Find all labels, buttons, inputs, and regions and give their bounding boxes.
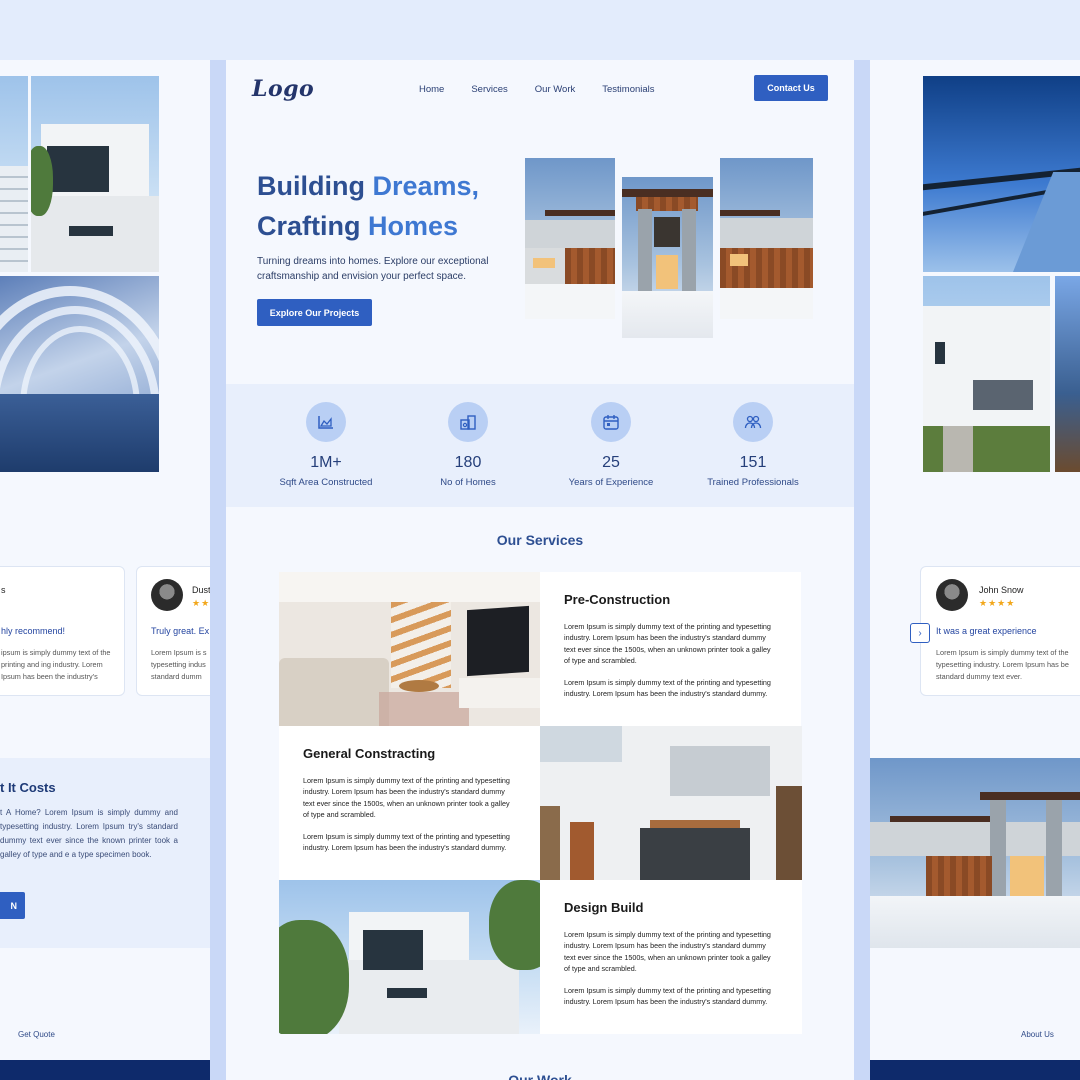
logo[interactable]: Logo — [252, 76, 314, 102]
footer-link-get-quote[interactable]: Get Quote — [18, 1030, 55, 1039]
stat-label: Years of Experience — [568, 477, 654, 488]
testimonial-text: Lorem Ipsum is s typesetting indus stand… — [151, 648, 207, 681]
service-card-pre-construction: Pre-Construction Lorem Ipsum is simply d… — [540, 572, 801, 726]
reviewer-name: s — [1, 585, 6, 595]
stat-value: 25 — [602, 454, 620, 471]
nav-our-work[interactable]: Our Work — [535, 84, 575, 95]
hero-title-accent: Dreams, — [372, 171, 480, 201]
service-text: Lorem Ipsum is simply dummy text of the … — [564, 930, 771, 973]
stat-label: No of Homes — [440, 477, 496, 488]
service-card-design-build: Design Build Lorem Ipsum is simply dummy… — [540, 880, 802, 1034]
testimonial-quote: Truly great. Ex — [151, 626, 210, 636]
right-page-preview: John Snow ★★★★ It was a great experience… — [870, 60, 1080, 1080]
avatar — [151, 579, 183, 611]
stat-item: 25 Years of Experience — [540, 384, 682, 488]
hero-title-part: Crafting — [257, 211, 368, 241]
testimonial-card: s hly recommend! ipsum is simply dummy t… — [0, 566, 125, 696]
tower-photo — [0, 76, 28, 272]
service-text: Lorem Ipsum is simply dummy text of the … — [303, 776, 510, 819]
calendar-icon — [591, 402, 631, 442]
stat-item: 180 No of Homes — [397, 384, 539, 488]
our-work-title: Our Work — [508, 1072, 572, 1080]
white-villa-photo — [279, 880, 540, 1034]
contact-us-button[interactable]: Contact Us — [754, 75, 828, 101]
team-icon — [733, 402, 773, 442]
stat-value: 180 — [454, 454, 482, 471]
cost-title: t It Costs — [0, 780, 56, 795]
service-text: Lorem Ipsum is simply dummy text of the … — [564, 622, 771, 665]
partial-photo — [1055, 276, 1080, 472]
hero-house-photo-left — [525, 158, 615, 319]
cost-text: t A Home? Lorem Ipsum is simply dummy an… — [0, 808, 178, 859]
footer-link-about-us[interactable]: About Us — [1021, 1030, 1054, 1039]
cost-section: t It Costs t A Home? Lorem Ipsum is simp… — [0, 758, 210, 948]
stat-label: Sqft Area Constructed — [279, 477, 373, 488]
testimonial-card: John Snow ★★★★ It was a great experience… — [920, 566, 1080, 696]
reviewer-name: John Snow — [979, 585, 1024, 595]
stats-band: 1M+ Sqft Area Constructed 180 No of Home… — [226, 384, 854, 507]
arch-tunnel-photo — [0, 276, 159, 472]
left-page-preview: s hly recommend! ipsum is simply dummy t… — [0, 60, 210, 1080]
hero-subtitle: Turning dreams into homes. Explore our e… — [257, 256, 489, 282]
stat-value: 1M+ — [310, 454, 342, 471]
background-gap-right — [854, 60, 870, 1080]
hero-house-photo-center — [622, 177, 713, 338]
service-title: Pre-Construction — [564, 592, 671, 607]
area-chart-icon — [306, 402, 346, 442]
get-quote-button[interactable]: N — [0, 892, 25, 919]
testimonial-card: Dust ★★ Truly great. Ex Lorem Ipsum is s… — [136, 566, 210, 696]
testimonial-quote: It was a great experience — [936, 626, 1037, 636]
white-modern-house-photo — [923, 276, 1050, 472]
services-title: Our Services — [496, 532, 584, 548]
service-card-general-contracting: General Constracting Lorem Ipsum is simp… — [279, 726, 540, 880]
stat-item: 1M+ Sqft Area Constructed — [255, 384, 397, 488]
service-title: General Constracting — [303, 746, 436, 761]
service-title: Design Build — [564, 900, 644, 915]
glass-facade-photo — [923, 76, 1080, 272]
hero-house-photo-right — [720, 158, 813, 319]
hero-title-accent: Homes — [368, 211, 459, 241]
nav-testimonials[interactable]: Testimonials — [602, 84, 654, 95]
hero-title-part: Building — [257, 171, 373, 201]
service-text: Lorem Ipsum is simply dummy text of the … — [564, 986, 771, 1007]
snow-house-photo — [870, 758, 1080, 948]
white-house-photo — [31, 76, 159, 272]
next-arrow-button[interactable]: › — [910, 623, 930, 643]
footer-bar — [870, 1060, 1080, 1080]
rating-stars: ★★ — [192, 598, 210, 608]
chevron-right-icon: › — [918, 627, 922, 639]
testimonial-text: ipsum is simply dummy text of the printi… — [1, 648, 111, 681]
background-gap-left — [210, 60, 226, 1080]
explore-projects-button[interactable]: Explore Our Projects — [257, 299, 372, 326]
stat-label: Trained Professionals — [707, 477, 799, 488]
background-top — [0, 0, 1080, 60]
stat-item: 151 Trained Professionals — [682, 384, 824, 488]
nav-services[interactable]: Services — [471, 84, 507, 95]
main-page-preview: Logo Home Services Our Work Testimonials… — [226, 60, 854, 1080]
footer-bar — [0, 1060, 210, 1080]
hero-title: Building Dreams, Crafting Homes — [257, 166, 517, 246]
stat-value: 151 — [739, 454, 767, 471]
rating-stars: ★★★★ — [979, 598, 1016, 608]
reviewer-name: Dust — [192, 585, 210, 595]
main-nav: Home Services Our Work Testimonials — [419, 84, 682, 95]
testimonial-quote: hly recommend! — [1, 626, 66, 636]
service-text: Lorem Ipsum is simply dummy text of the … — [564, 678, 771, 699]
modern-house-exterior-photo — [540, 726, 802, 880]
service-text: Lorem Ipsum is simply dummy text of the … — [303, 832, 510, 853]
nav-home[interactable]: Home — [419, 84, 444, 95]
testimonial-text: Lorem Ipsum is simply dummy text of the … — [936, 648, 1069, 681]
homes-icon — [448, 402, 488, 442]
interior-living-room-photo — [279, 572, 540, 726]
avatar — [936, 579, 968, 611]
